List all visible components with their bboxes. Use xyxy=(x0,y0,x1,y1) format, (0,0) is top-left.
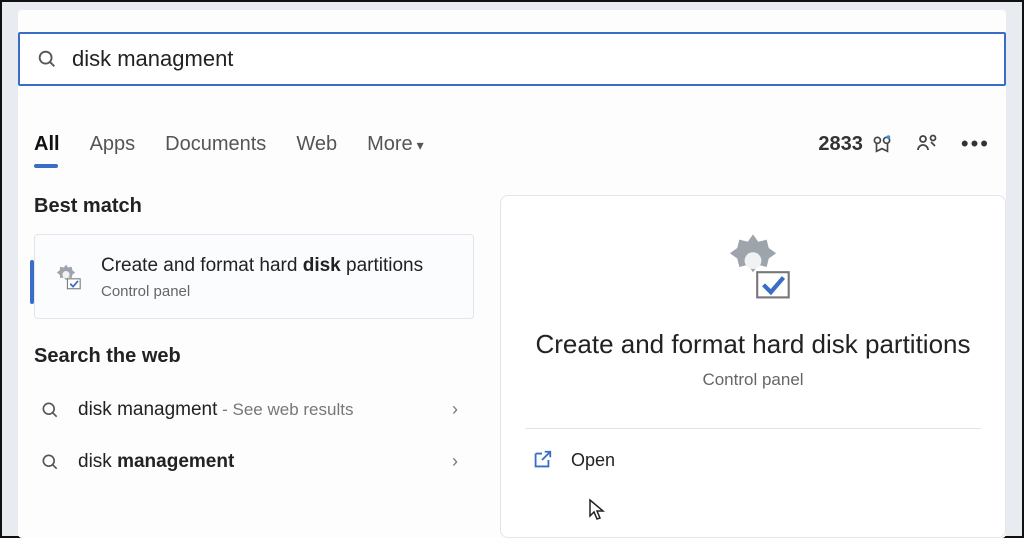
web-result-text: disk management xyxy=(78,451,234,473)
best-match-heading: Best match xyxy=(34,195,474,218)
tab-more[interactable]: More▾ xyxy=(367,133,424,156)
tab-label: All xyxy=(34,133,60,155)
web-result-text: disk managment - See web results xyxy=(78,399,353,421)
chevron-right-icon: › xyxy=(452,451,468,472)
rewards-points[interactable]: 2833 xyxy=(818,133,893,156)
points-count: 2833 xyxy=(818,133,863,156)
search-input[interactable] xyxy=(72,46,1004,72)
right-tools: 2833 ••• xyxy=(818,131,1006,157)
best-match-text: Create and format hard disk partitions C… xyxy=(101,253,423,300)
tab-label: Apps xyxy=(90,133,136,155)
web-result-0[interactable]: disk managment - See web results › xyxy=(34,384,474,436)
best-match-title: Create and format hard disk partitions xyxy=(101,253,423,279)
tab-label: Web xyxy=(296,133,337,155)
more-options-button[interactable]: ••• xyxy=(961,131,990,157)
best-match-subtitle: Control panel xyxy=(101,283,423,300)
tab-documents[interactable]: Documents xyxy=(165,133,266,156)
chevron-right-icon: › xyxy=(452,399,468,420)
gear-check-icon xyxy=(49,259,83,293)
open-label: Open xyxy=(571,450,615,471)
filter-tabs: All Apps Documents Web More▾ 2833 ••• xyxy=(34,118,1006,170)
account-icon[interactable] xyxy=(915,132,939,156)
detail-title: Create and format hard disk partitions xyxy=(501,329,1005,360)
tab-label: More xyxy=(367,133,413,155)
web-result-1[interactable]: disk management › xyxy=(34,436,474,488)
gear-check-icon xyxy=(711,226,795,310)
result-detail-panel: Create and format hard disk partitions C… xyxy=(500,195,1006,538)
search-box[interactable] xyxy=(18,32,1006,86)
detail-subtitle: Control panel xyxy=(501,370,1005,390)
chevron-down-icon: ▾ xyxy=(417,137,424,153)
open-action[interactable]: Open xyxy=(501,429,1005,471)
tab-all[interactable]: All xyxy=(34,133,60,156)
search-icon xyxy=(40,452,60,472)
results-left-column: Best match Create and format hard disk p… xyxy=(34,195,474,488)
open-external-icon xyxy=(531,449,553,471)
search-icon xyxy=(40,400,60,420)
search-web-heading: Search the web xyxy=(34,345,474,368)
tab-label: Documents xyxy=(165,133,266,155)
cursor-icon xyxy=(588,498,608,522)
best-match-result[interactable]: Create and format hard disk partitions C… xyxy=(34,234,474,319)
tab-web[interactable]: Web xyxy=(296,133,337,156)
rewards-icon xyxy=(871,133,893,155)
tab-apps[interactable]: Apps xyxy=(90,133,136,156)
search-icon xyxy=(36,48,58,70)
